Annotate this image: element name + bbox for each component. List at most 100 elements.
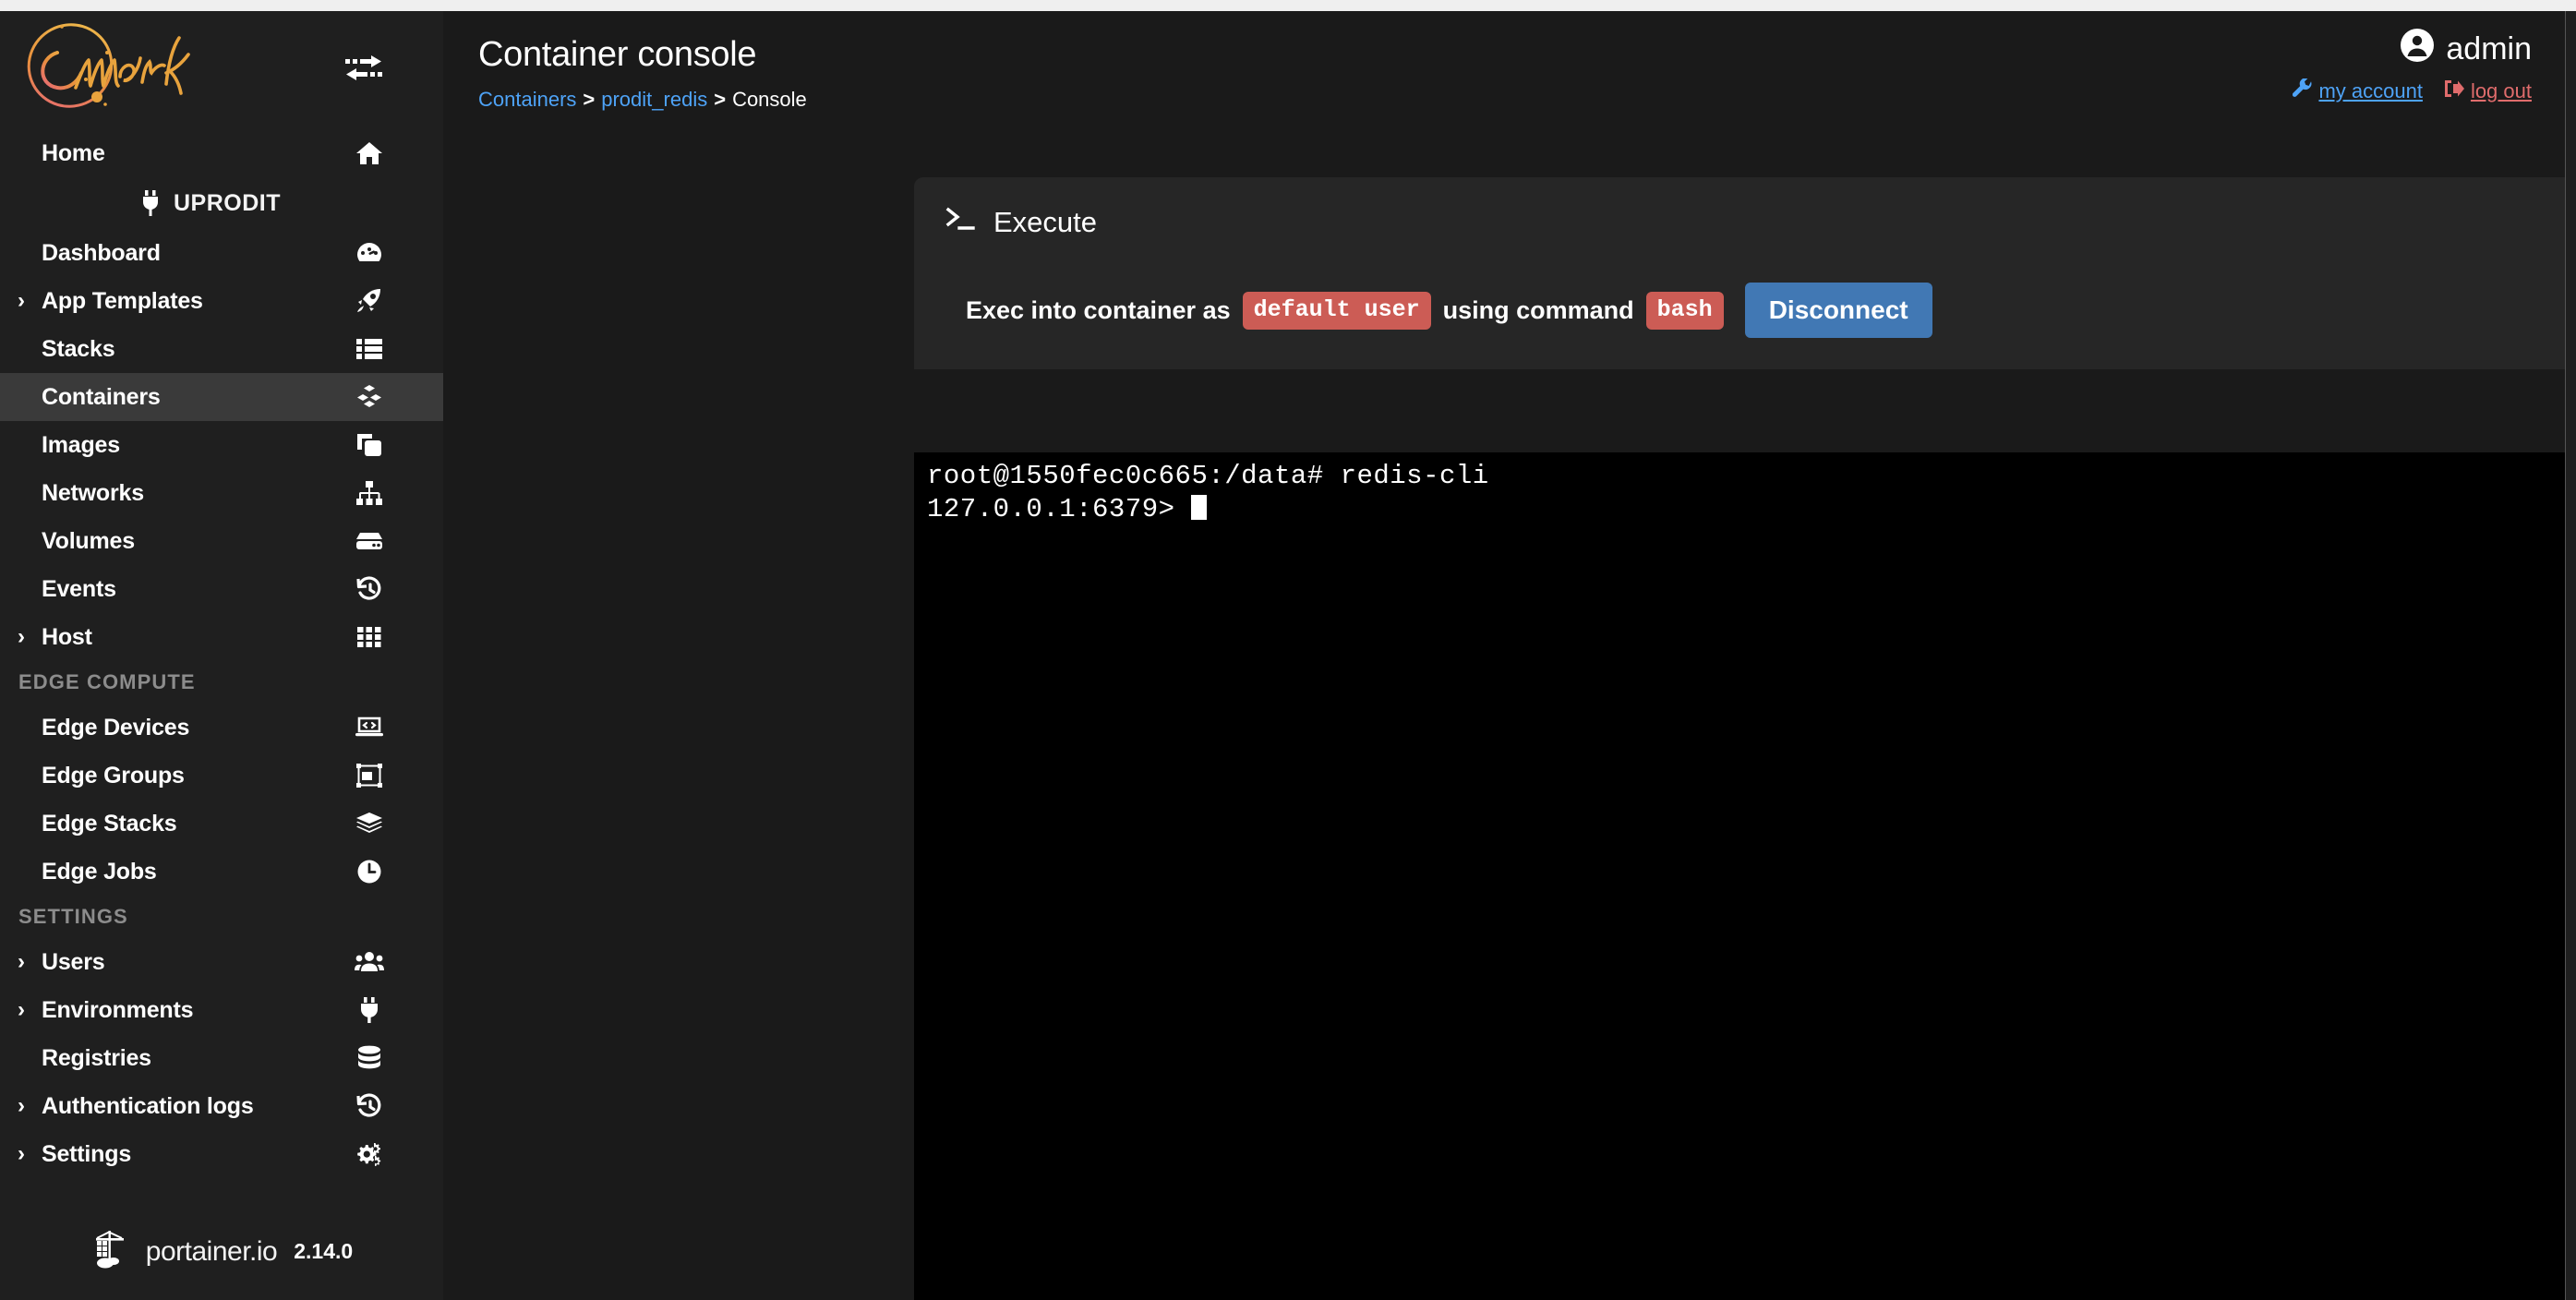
sidebar-item-edge-devices[interactable]: Edge Devices bbox=[0, 704, 443, 752]
breadcrumb-separator: > bbox=[583, 88, 596, 111]
log-out-link[interactable]: log out bbox=[2443, 78, 2532, 104]
sidebar-item-label: Users bbox=[42, 948, 105, 975]
portainer-whale-icon bbox=[90, 1229, 129, 1274]
sidebar-item-containers[interactable]: Containers bbox=[0, 373, 443, 421]
plug-icon bbox=[351, 986, 388, 1034]
sidebar-item-settings[interactable]: › Settings bbox=[0, 1130, 443, 1178]
terminal-prompt-icon bbox=[945, 205, 977, 240]
user-area: admin my account log out bbox=[2293, 28, 2532, 104]
comwork-logo[interactable] bbox=[17, 16, 229, 119]
sidebar-item-networks[interactable]: Networks bbox=[0, 469, 443, 517]
sidebar-item-label: Edge Stacks bbox=[42, 810, 177, 837]
portainer-product-name: portainer.io bbox=[145, 1235, 278, 1267]
user-display[interactable]: admin bbox=[2293, 28, 2532, 71]
browser-top-strip bbox=[0, 0, 2576, 11]
sidebar-item-home[interactable]: Home bbox=[0, 129, 443, 177]
wrench-icon bbox=[2293, 78, 2313, 104]
panel-title-label: Execute bbox=[993, 206, 1098, 238]
sidebar-item-dashboard[interactable]: Dashboard bbox=[0, 229, 443, 277]
sidebar-item-edge-stacks[interactable]: Edge Stacks bbox=[0, 800, 443, 848]
breadcrumb-container-name[interactable]: prodit_redis bbox=[601, 88, 707, 112]
panel-title: Execute bbox=[945, 205, 2576, 240]
main-content: Container console Containers > prodit_re… bbox=[443, 0, 2576, 1300]
sign-out-icon bbox=[2443, 78, 2465, 104]
terminal-line-prompt: 127.0.0.1:6379> bbox=[927, 493, 2576, 526]
sidebar-footer: portainer.io 2.14.0 bbox=[0, 1229, 443, 1274]
sidebar-item-app-templates[interactable]: › App Templates bbox=[0, 277, 443, 325]
terminal-output[interactable]: root@1550fec0c665:/data# redis-cli 127.0… bbox=[914, 452, 2576, 1300]
sidebar-header bbox=[0, 11, 443, 124]
sidebar-item-images[interactable]: Images bbox=[0, 421, 443, 469]
clone-icon bbox=[351, 421, 388, 469]
chevron-right-icon[interactable]: › bbox=[7, 1130, 35, 1178]
chevron-right-icon[interactable]: › bbox=[7, 1082, 35, 1130]
chevron-right-icon[interactable]: › bbox=[7, 613, 35, 661]
sitemap-icon bbox=[351, 469, 388, 517]
sidebar-item-stacks[interactable]: Stacks bbox=[0, 325, 443, 373]
sidebar-item-host[interactable]: › Host bbox=[0, 613, 443, 661]
hdd-icon bbox=[351, 517, 388, 565]
layer-group-icon bbox=[351, 800, 388, 848]
list-icon bbox=[351, 325, 388, 373]
sidebar-item-label: Images bbox=[42, 431, 120, 458]
sidebar-section-settings: SETTINGS bbox=[18, 905, 128, 928]
sidebar-toggle-icon[interactable] bbox=[338, 52, 390, 89]
sidebar-item-label: Edge Groups bbox=[42, 762, 185, 788]
sidebar-item-label: Environments bbox=[42, 996, 194, 1023]
sidebar-item-label: Stacks bbox=[42, 335, 115, 362]
sidebar-item-label: Volumes bbox=[42, 527, 135, 554]
sidebar-item-label: Authentication logs bbox=[42, 1092, 254, 1119]
sidebar-item-label: Settings bbox=[42, 1140, 132, 1167]
portainer-version: 2.14.0 bbox=[294, 1239, 354, 1263]
exec-prefix-label: Exec into container as bbox=[966, 295, 1231, 324]
cubes-icon bbox=[351, 373, 388, 421]
page-title: Container console bbox=[478, 35, 757, 74]
chevron-right-icon[interactable]: › bbox=[7, 938, 35, 986]
database-icon bbox=[351, 1034, 388, 1082]
sidebar: Home UPRODIT Dashboard › App Templates S… bbox=[0, 0, 443, 1300]
breadcrumb-containers[interactable]: Containers bbox=[478, 88, 576, 112]
sidebar-item-label: Dashboard bbox=[42, 239, 161, 266]
rocket-icon bbox=[351, 277, 388, 325]
users-icon bbox=[351, 938, 388, 986]
my-account-link[interactable]: my account bbox=[2293, 78, 2423, 104]
clock-icon bbox=[351, 848, 388, 896]
page-scrollbar[interactable] bbox=[2565, 11, 2576, 1300]
sidebar-item-environments[interactable]: › Environments bbox=[0, 986, 443, 1034]
sidebar-item-label: Events bbox=[42, 575, 116, 602]
page-header: Container console Containers > prodit_re… bbox=[443, 0, 2576, 129]
sidebar-environment-uprodit[interactable]: UPRODIT bbox=[0, 177, 443, 229]
exec-command-pill[interactable]: bash bbox=[1645, 291, 1724, 330]
user-name: admin bbox=[2446, 31, 2532, 66]
home-icon bbox=[351, 129, 388, 177]
plug-icon bbox=[140, 190, 161, 216]
chevron-right-icon[interactable]: › bbox=[7, 277, 35, 325]
sidebar-item-edge-groups[interactable]: Edge Groups bbox=[0, 752, 443, 800]
sidebar-section-edge-compute: EDGE COMPUTE bbox=[18, 670, 196, 693]
grid-icon bbox=[351, 613, 388, 661]
chevron-right-icon[interactable]: › bbox=[7, 986, 35, 1034]
user-circle-icon bbox=[2400, 28, 2435, 71]
sidebar-item-label: Home bbox=[42, 139, 105, 166]
breadcrumb-current: Console bbox=[732, 88, 807, 111]
disconnect-button[interactable]: Disconnect bbox=[1744, 283, 1932, 338]
exec-row: Exec into container as default user usin… bbox=[945, 283, 2576, 338]
terminal-cursor bbox=[1191, 495, 1208, 520]
sidebar-item-events[interactable]: Events bbox=[0, 565, 443, 613]
breadcrumb: Containers > prodit_redis > Console bbox=[478, 88, 2576, 112]
sidebar-item-label: Host bbox=[42, 623, 92, 650]
sidebar-item-label: Containers bbox=[42, 383, 161, 410]
exec-user-pill[interactable]: default user bbox=[1242, 291, 1431, 330]
my-account-label: my account bbox=[2318, 79, 2423, 102]
sidebar-item-volumes[interactable]: Volumes bbox=[0, 517, 443, 565]
exec-middle-label: using command bbox=[1442, 295, 1634, 324]
laptop-code-icon bbox=[351, 704, 388, 752]
sidebar-item-registries[interactable]: Registries bbox=[0, 1034, 443, 1082]
sidebar-item-label: Edge Jobs bbox=[42, 858, 157, 885]
history-icon bbox=[351, 565, 388, 613]
sidebar-item-users[interactable]: › Users bbox=[0, 938, 443, 986]
sidebar-item-authentication-logs[interactable]: › Authentication logs bbox=[0, 1082, 443, 1130]
breadcrumb-separator: > bbox=[714, 88, 727, 111]
sidebar-environment-label: UPRODIT bbox=[174, 189, 281, 216]
sidebar-item-edge-jobs[interactable]: Edge Jobs bbox=[0, 848, 443, 896]
